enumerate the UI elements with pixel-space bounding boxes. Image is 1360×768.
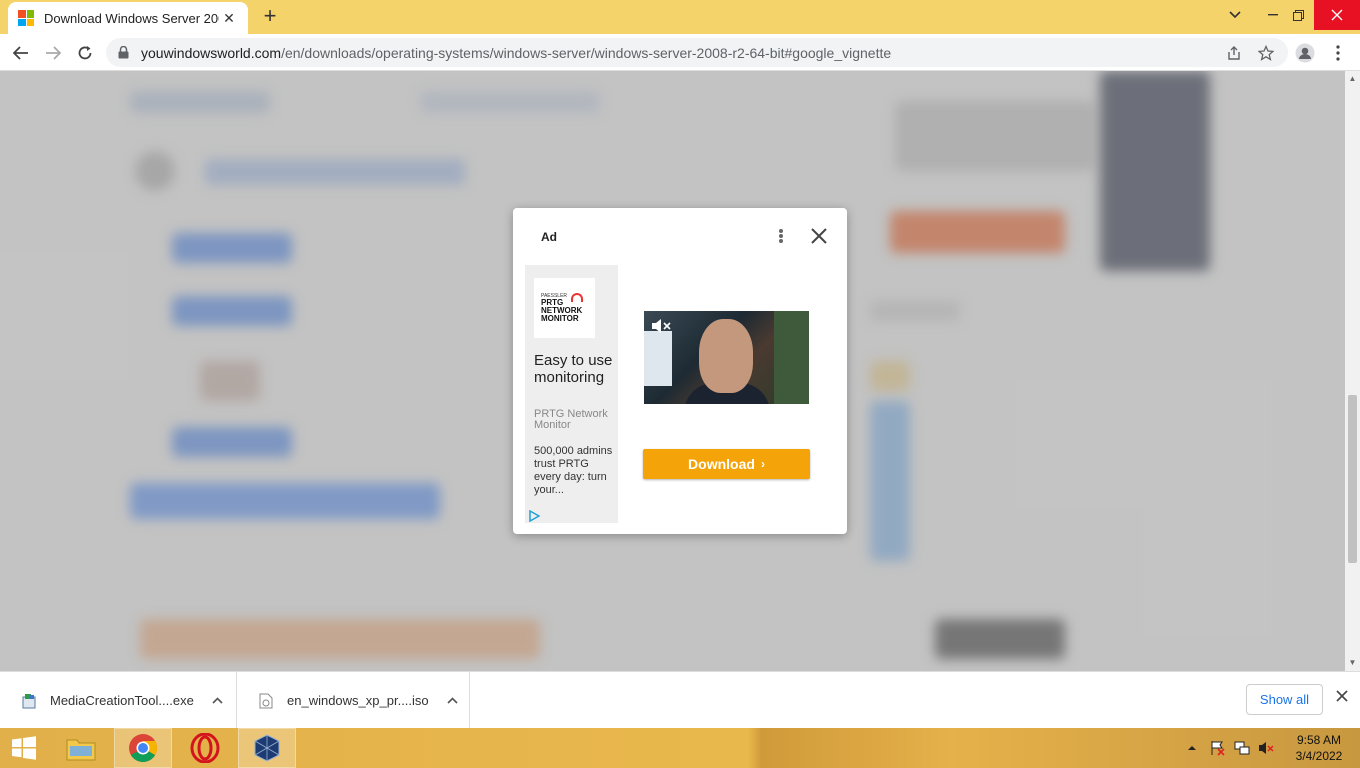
virtualbox-icon[interactable] bbox=[238, 728, 296, 768]
menu-kebab-icon[interactable] bbox=[1325, 40, 1351, 66]
clock-time: 9:58 AM bbox=[1296, 733, 1342, 747]
scroll-up-icon[interactable]: ▲ bbox=[1345, 73, 1360, 85]
windows-taskbar: 9:58 AM 3/4/2022 bbox=[0, 728, 1360, 768]
downloads-close-icon[interactable] bbox=[1332, 689, 1352, 709]
ad-download-button[interactable]: Download › bbox=[643, 449, 810, 479]
url-text: youwindowsworld.com/en/downloads/operati… bbox=[141, 45, 891, 61]
ad-headline[interactable]: Easy to use monitoring bbox=[534, 352, 616, 386]
logo-line-3: MONITOR bbox=[541, 314, 579, 323]
file-explorer-icon[interactable] bbox=[52, 728, 110, 768]
downloads-bar: MediaCreationTool....exe en_windows_xp_p… bbox=[0, 671, 1360, 729]
download-item-name: en_windows_xp_pr....iso bbox=[287, 693, 429, 708]
network-icon[interactable] bbox=[1234, 728, 1250, 768]
ad-text-panel[interactable]: PAESSLER PRTG NETWORK MONITOR Easy to us… bbox=[525, 265, 618, 523]
page-scrollbar[interactable]: ▲ ▼ bbox=[1345, 71, 1360, 671]
installer-file-icon bbox=[22, 693, 36, 709]
disc-file-icon bbox=[259, 693, 273, 709]
chevron-right-icon: › bbox=[760, 457, 765, 471]
tab-title: Download Windows Server 2008 bbox=[44, 10, 219, 26]
url-path: /en/downloads/operating-systems/windows-… bbox=[281, 44, 892, 61]
adchoices-icon[interactable] bbox=[528, 509, 541, 523]
ad-vignette-dialog: Ad PAESSLER PRTG NETWORK MONITOR Easy to… bbox=[513, 208, 847, 534]
profile-avatar-icon[interactable] bbox=[1292, 40, 1318, 66]
mute-icon[interactable] bbox=[650, 317, 672, 335]
new-tab-button[interactable]: + bbox=[258, 5, 282, 28]
back-button[interactable] bbox=[8, 40, 34, 66]
share-icon[interactable] bbox=[1220, 38, 1248, 67]
start-button[interactable] bbox=[0, 728, 48, 768]
chrome-icon[interactable] bbox=[114, 728, 172, 768]
scroll-down-icon[interactable]: ▼ bbox=[1345, 657, 1360, 669]
url-host: youwindowsworld.com bbox=[141, 44, 282, 61]
system-clock[interactable]: 9:58 AM 3/4/2022 bbox=[1284, 732, 1354, 764]
ad-label: Ad bbox=[541, 230, 557, 244]
restore-button[interactable] bbox=[1281, 0, 1315, 30]
address-bar[interactable]: youwindowsworld.com/en/downloads/operati… bbox=[106, 38, 1288, 67]
forward-button[interactable] bbox=[40, 40, 66, 66]
chevron-up-icon[interactable] bbox=[212, 695, 223, 707]
show-all-button[interactable]: Show all bbox=[1246, 684, 1323, 715]
prtg-logo: PAESSLER PRTG NETWORK MONITOR bbox=[534, 278, 595, 338]
clock-date: 3/4/2022 bbox=[1295, 749, 1343, 763]
opera-icon[interactable] bbox=[176, 728, 234, 768]
ad-advertiser: PRTG Network Monitor bbox=[534, 408, 608, 431]
gauge-icon bbox=[571, 293, 583, 302]
scroll-thumb[interactable] bbox=[1348, 395, 1357, 563]
browser-tab[interactable]: Download Windows Server 2008 ✕ bbox=[8, 2, 248, 34]
volume-muted-icon[interactable] bbox=[1258, 728, 1274, 768]
download-item-name: MediaCreationTool....exe bbox=[50, 693, 194, 708]
windows-logo-icon bbox=[18, 10, 34, 26]
ad-download-label: Download bbox=[688, 456, 755, 472]
tab-close-icon[interactable]: ✕ bbox=[220, 10, 238, 27]
window-close-button[interactable] bbox=[1314, 0, 1360, 30]
action-center-flag-icon[interactable] bbox=[1210, 728, 1226, 768]
tab-search-icon[interactable] bbox=[1218, 0, 1252, 30]
reload-button[interactable] bbox=[72, 40, 98, 66]
bookmark-star-icon[interactable] bbox=[1252, 38, 1280, 67]
ad-close-icon[interactable] bbox=[809, 226, 829, 246]
more-options-icon[interactable] bbox=[775, 227, 787, 245]
ad-video[interactable] bbox=[644, 311, 809, 404]
chevron-up-icon[interactable] bbox=[447, 695, 458, 707]
browser-titlebar: Download Windows Server 2008 ✕ + bbox=[0, 0, 1360, 34]
download-item[interactable]: MediaCreationTool....exe bbox=[0, 672, 237, 729]
browser-toolbar: youwindowsworld.com/en/downloads/operati… bbox=[0, 34, 1360, 71]
download-item[interactable]: en_windows_xp_pr....iso bbox=[237, 672, 470, 729]
tray-overflow-icon[interactable] bbox=[1187, 728, 1197, 768]
lock-icon bbox=[118, 45, 129, 59]
ad-description: 500,000 admins trust PRTG every day: tur… bbox=[534, 445, 613, 496]
